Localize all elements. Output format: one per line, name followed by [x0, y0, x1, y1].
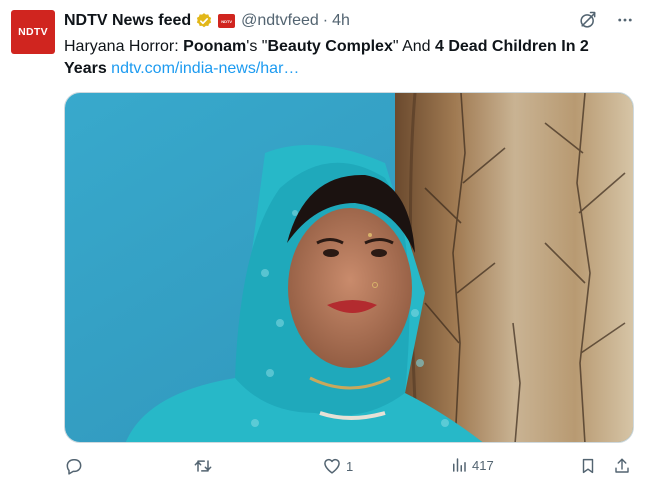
- affiliate-badge[interactable]: NDTV: [218, 14, 236, 28]
- tweet-time[interactable]: 4h: [332, 12, 350, 30]
- more-options-icon[interactable]: [616, 11, 634, 34]
- verified-badge-icon[interactable]: [195, 12, 213, 30]
- reply-icon: [64, 456, 84, 476]
- retweet-button[interactable]: [192, 456, 218, 476]
- share-button[interactable]: [613, 456, 631, 476]
- bookmark-icon: [579, 456, 597, 476]
- avatar-logo-text: NDTV: [18, 26, 48, 38]
- tweet-text-segment: Haryana Horror:: [64, 38, 184, 55]
- tweet-text: Haryana Horror: Poonam's "Beauty Complex…: [64, 36, 624, 80]
- tweet-text-segment: 's ": [246, 38, 268, 55]
- tweet-text-segment: " And: [392, 38, 435, 55]
- tweet-actions: 1 417: [64, 456, 644, 480]
- heart-icon: [322, 456, 342, 476]
- tweet-link[interactable]: ndtv.com/india-news/har…: [111, 60, 299, 77]
- views-count: 417: [472, 457, 494, 473]
- bookmark-button[interactable]: [579, 456, 597, 476]
- time-separator: ·: [322, 12, 329, 29]
- header-actions: [578, 10, 634, 35]
- reply-button[interactable]: [64, 456, 88, 476]
- tweet[interactable]: NDTV NDTV News feed NDTV @ndtvfeed · 4h: [0, 0, 656, 489]
- account-name[interactable]: NDTV News feed: [64, 12, 191, 30]
- share-icon: [613, 456, 631, 476]
- avatar[interactable]: NDTV: [11, 10, 55, 54]
- views-button[interactable]: 417: [450, 456, 494, 474]
- account-handle[interactable]: @ndtvfeed: [241, 12, 319, 30]
- tweet-text-bold: Beauty Complex: [267, 38, 393, 55]
- grok-icon[interactable]: [578, 10, 598, 35]
- like-count: 1: [346, 458, 354, 474]
- retweet-icon: [192, 456, 214, 476]
- tweet-text-bold: Poonam: [183, 38, 247, 55]
- views-chart-icon: [450, 456, 468, 474]
- tweet-media-photo[interactable]: [64, 92, 634, 443]
- tweet-header: NDTV News feed NDTV @ndtvfeed · 4h: [64, 10, 350, 32]
- affiliate-badge-text: NDTV: [221, 18, 233, 24]
- like-button[interactable]: 1: [322, 456, 353, 476]
